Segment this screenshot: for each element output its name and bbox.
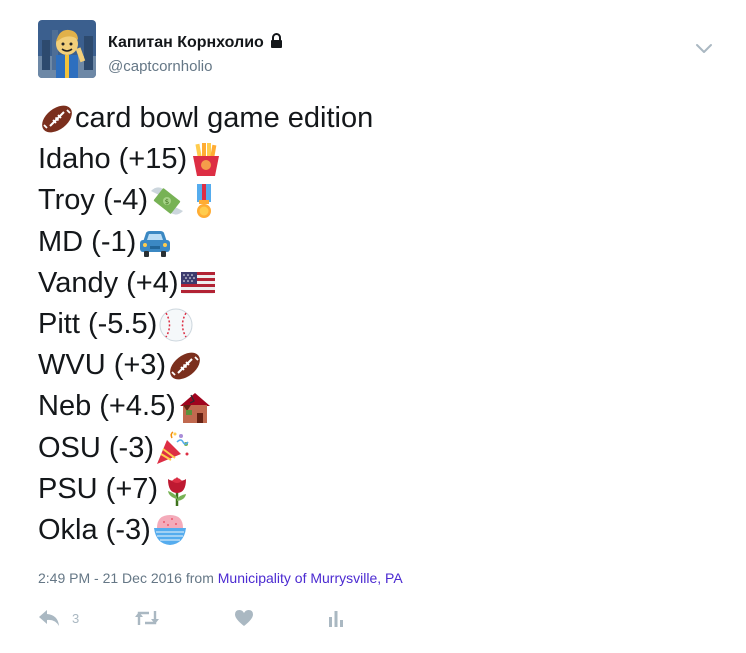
tweet-line-text: Vandy (+4) (38, 266, 179, 299)
location-link[interactable]: Municipality of Murrysville, PA (218, 570, 403, 586)
rose-icon (159, 471, 195, 507)
tweet-line-text: PSU (+7) (38, 472, 159, 505)
french-fries-icon (188, 142, 224, 178)
money-with-wings-icon: $ (149, 183, 185, 219)
reply-button[interactable]: 3 (38, 606, 79, 630)
heart-icon (234, 609, 254, 627)
display-name[interactable]: Капитан Корнхолио (108, 33, 283, 53)
tweet-line: Troy (-4) $ (38, 180, 718, 221)
tweet-line-text: Neb (+4.5) (38, 390, 176, 423)
party-popper-icon (155, 430, 191, 466)
analytics-icon (328, 609, 344, 627)
analytics-button[interactable] (328, 606, 344, 630)
tweet-line-text: card bowl game edition (75, 102, 374, 134)
retweet-icon (134, 609, 160, 627)
reply-count: 3 (72, 610, 80, 626)
tweet-line: card bowl game edition (38, 98, 718, 139)
baseball-icon (158, 307, 194, 343)
retweet-button[interactable] (134, 606, 168, 630)
action-bar: 3 (38, 606, 438, 632)
reply-icon (38, 609, 60, 627)
tweet-line: PSU (+7) (38, 469, 718, 510)
tweet-line-text: Pitt (-5.5) (38, 307, 158, 340)
american-football-icon (39, 101, 75, 137)
us-flag-icon (180, 265, 216, 301)
tweet-line: WVU (+3) (38, 345, 718, 386)
tweet-line-text: MD (-1) (38, 225, 137, 258)
svg-text:$: $ (165, 198, 169, 206)
timestamp[interactable]: 2:49 PM - 21 Dec 2016 (38, 570, 182, 586)
tweet-line: Okla (-3) (38, 510, 718, 551)
tweet-line-text: Okla (-3) (38, 513, 151, 546)
tweet-line: Neb (+4.5) (38, 386, 718, 427)
tweet-line-text: Idaho (+15) (38, 143, 188, 176)
tweet-meta: 2:49 PM - 21 Dec 2016 from Municipality … (38, 570, 403, 586)
tweet-line-text: Troy (-4) (38, 184, 149, 217)
derelict-house-icon (177, 389, 213, 425)
tweet-line-text: WVU (+3) (38, 349, 167, 382)
tweet-line: MD (-1) (38, 222, 718, 263)
user-handle[interactable]: @captcornholio (108, 58, 212, 75)
lock-icon (270, 33, 283, 53)
like-button[interactable] (234, 606, 262, 630)
american-football-icon (167, 348, 203, 384)
tweet-line: Pitt (-5.5) (38, 304, 718, 345)
shaved-ice-icon (152, 512, 188, 548)
tweet-card: Капитан Корнхолио @captcornholio card bo… (0, 0, 746, 653)
from-label: from (185, 570, 214, 586)
tweet-line: Vandy (+4) (38, 263, 718, 304)
avatar[interactable] (38, 20, 96, 78)
tweet-line: Idaho (+15) (38, 139, 718, 180)
tweet-line: OSU (-3) (38, 428, 718, 469)
tweet-line-text: OSU (-3) (38, 431, 154, 464)
car-icon (137, 224, 173, 260)
chevron-down-icon[interactable] (694, 40, 714, 56)
tweet-text: card bowl game edition Idaho (+15) Troy … (38, 98, 718, 551)
military-medal-icon (186, 183, 222, 219)
